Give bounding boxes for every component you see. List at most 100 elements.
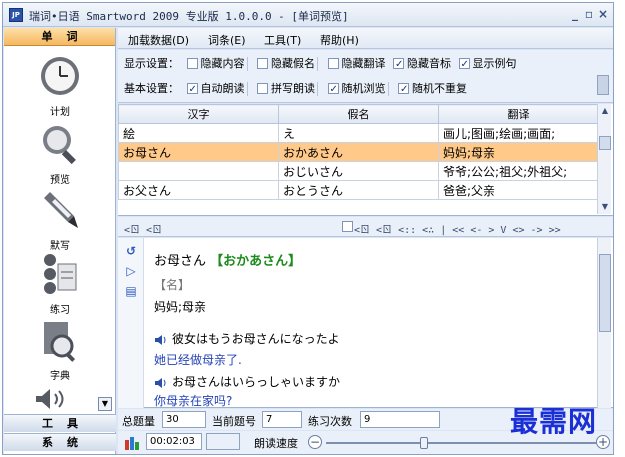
- hide-content-checkbox[interactable]: [186, 57, 198, 69]
- display-settings-label: 显示设置：: [124, 57, 179, 70]
- cell-kanji: [118, 161, 279, 181]
- speaker-icon[interactable]: [154, 377, 168, 389]
- magnifier-icon: [43, 126, 76, 165]
- cell-kanji: お母さん: [118, 142, 279, 162]
- example-jp: 彼女はもうお母さんになったよ: [172, 332, 340, 346]
- nav-scroll-down[interactable]: ▼: [98, 397, 112, 411]
- speaker-icon[interactable]: [154, 334, 168, 346]
- hide-kana-checkbox[interactable]: [257, 57, 268, 69]
- show-examples-checkbox[interactable]: [458, 56, 470, 74]
- toolbar-left-controls[interactable]: <ㄖ <ㄖ: [124, 221, 162, 236]
- speed-increase-button[interactable]: +: [596, 435, 610, 449]
- refresh-icon[interactable]: ↺: [124, 244, 138, 258]
- nav-tools[interactable]: 工具: [4, 414, 116, 432]
- table-row-selected[interactable]: お母さん おかあさん 妈妈;母亲: [118, 142, 599, 162]
- cell-kana: おとうさん: [278, 180, 439, 200]
- nav-label-dictation: 默写: [50, 241, 70, 252]
- cell-translation: 妈妈;母亲: [438, 142, 599, 162]
- practice-icon: [44, 254, 77, 294]
- scroll-down-icon[interactable]: ▼: [598, 200, 612, 214]
- spell-read-checkbox[interactable]: [257, 82, 268, 94]
- copy-icon[interactable]: ▤: [124, 284, 138, 298]
- column-header-kanji[interactable]: 汉字: [118, 104, 279, 124]
- nav-header-words[interactable]: 单词: [4, 28, 115, 46]
- menu-help[interactable]: 帮助(H): [320, 32, 359, 48]
- hide-content-label: 隐藏内容: [200, 57, 245, 70]
- cell-translation: 画儿;图画;绘画;画面;: [438, 123, 599, 143]
- headword-text: お母さん: [154, 254, 207, 269]
- example-sentence-1: 彼女はもうお母さんになったよ: [154, 330, 340, 347]
- table-row[interactable]: おじいさん 爷爷;公公;祖父;外祖父;: [118, 161, 599, 181]
- total-field: 30: [162, 411, 206, 428]
- cell-kanji: 絵: [118, 123, 279, 143]
- detail-scroll-thumb[interactable]: [599, 254, 611, 332]
- practice-count-field: 9: [360, 411, 440, 428]
- current-label: 当前题号: [212, 415, 256, 428]
- pen-icon: [44, 192, 78, 228]
- toolbar-checkbox[interactable]: [342, 221, 353, 232]
- word-detail-panel: ↺ ▷ ▤ お母さん 【おかあさん】 【名】 妈妈;母亲 彼女はもうお母さんにな…: [118, 238, 613, 408]
- hide-translation-checkbox[interactable]: [327, 57, 339, 69]
- detail-scrollbar[interactable]: [597, 238, 611, 408]
- table-scrollbar[interactable]: ▲ ▼: [597, 104, 611, 214]
- word-meaning: 妈妈;母亲: [154, 300, 207, 314]
- nav-label-practice: 练习: [50, 305, 70, 316]
- title-bar: JP 瑞词•日语 Smartword 2009 专业版 1.0.0.0 - [单…: [3, 3, 613, 27]
- example-sentence-2: お母さんはいらっしゃいますか: [154, 373, 340, 390]
- maximize-button[interactable]: ▫: [582, 7, 596, 21]
- close-button[interactable]: ×: [596, 7, 610, 21]
- cell-translation: 爷爷;公公;祖父;外祖父;: [438, 161, 599, 181]
- display-settings-row: 显示设置： 隐藏内容 隐藏假名 隐藏翻译 隐藏音标 显示例句: [124, 55, 517, 74]
- speed-slider-knob[interactable]: [420, 437, 429, 449]
- scroll-up-icon[interactable]: ▲: [598, 104, 612, 118]
- table-scroll-thumb[interactable]: [599, 136, 611, 150]
- speed-slider[interactable]: [326, 437, 596, 449]
- auto-read-checkbox[interactable]: [186, 81, 198, 99]
- cell-kanji: お父さん: [118, 180, 279, 200]
- menu-load-data[interactable]: 加载数据(D): [128, 32, 189, 48]
- show-examples-label: 显示例句: [472, 57, 517, 70]
- app-window: JP 瑞词•日语 Smartword 2009 专业版 1.0.0.0 - [单…: [2, 2, 614, 455]
- window-title: 瑞词•日语 Smartword 2009 专业版 1.0.0.0 - [单词预览…: [29, 10, 349, 23]
- menu-tools[interactable]: 工具(T): [264, 32, 301, 48]
- random-no-repeat-checkbox[interactable]: [398, 81, 409, 99]
- watermark-logo: 最需网: [510, 405, 598, 438]
- random-browse-checkbox[interactable]: [327, 81, 339, 99]
- elapsed-time: 00:02:03: [146, 433, 202, 450]
- basic-settings-row: 基本设置： 自动朗读 拼写朗读 随机浏览 随机不重复: [124, 80, 467, 99]
- random-no-repeat-label: 随机不重复: [412, 82, 467, 95]
- table-header-row: 汉字 假名 翻译: [118, 104, 599, 124]
- speed-label: 朗读速度: [254, 437, 298, 450]
- nav-item-plan[interactable]: 计划: [4, 54, 116, 118]
- nav-item-practice[interactable]: 练习: [4, 252, 116, 316]
- playback-toolbar: <ㄖ <ㄖ <ㄖ <ㄖ <:: <∴ | << <- > V <> -> >>: [118, 217, 613, 237]
- cell-kana: おじいさん: [278, 161, 439, 181]
- toolbar-nav-controls[interactable]: <ㄖ <ㄖ <:: <∴ | << <- > V <> -> >>: [354, 221, 561, 236]
- headword: お母さん 【おかあさん】: [154, 250, 301, 269]
- nav-system[interactable]: 系统: [4, 433, 116, 451]
- example-jp: お母さんはいらっしゃいますか: [172, 375, 341, 389]
- nav-item-dictation[interactable]: 默写: [4, 188, 116, 252]
- settings-collapse-toggle[interactable]: [597, 75, 609, 95]
- hide-translation-label: 隐藏翻译: [341, 57, 386, 70]
- cell-kana: おかあさん: [278, 142, 439, 162]
- total-label: 总题量: [122, 415, 155, 428]
- speed-decrease-button[interactable]: −: [308, 435, 322, 449]
- minimize-button[interactable]: _: [568, 7, 582, 21]
- headword-reading: 【おかあさん】: [210, 254, 302, 269]
- table-row[interactable]: お父さん おとうさん 爸爸;父亲: [118, 180, 599, 200]
- example-translation-1: 她已经做母亲了.: [154, 353, 242, 367]
- nav-item-preview[interactable]: 预览: [4, 122, 116, 186]
- hide-phonetic-checkbox[interactable]: [393, 56, 404, 74]
- nav-item-dictionary[interactable]: 字典: [4, 318, 116, 382]
- part-of-speech: 【名】: [154, 278, 191, 292]
- column-header-translation[interactable]: 翻译: [438, 104, 599, 124]
- settings-panel: 显示设置： 隐藏内容 隐藏假名 隐藏翻译 隐藏音标 显示例句 基本设置： 自动朗…: [118, 50, 613, 103]
- spell-read-label: 拼写朗读: [271, 82, 315, 95]
- menu-bar: 加载数据(D) 词条(E) 工具(T) 帮助(H): [118, 28, 613, 49]
- menu-entry[interactable]: 词条(E): [208, 32, 246, 48]
- bar-chart-icon[interactable]: [124, 435, 140, 450]
- table-row[interactable]: 絵 え 画儿;图画;绘画;画面;: [118, 123, 599, 143]
- column-header-kana[interactable]: 假名: [278, 104, 439, 124]
- play-icon[interactable]: ▷: [124, 264, 138, 278]
